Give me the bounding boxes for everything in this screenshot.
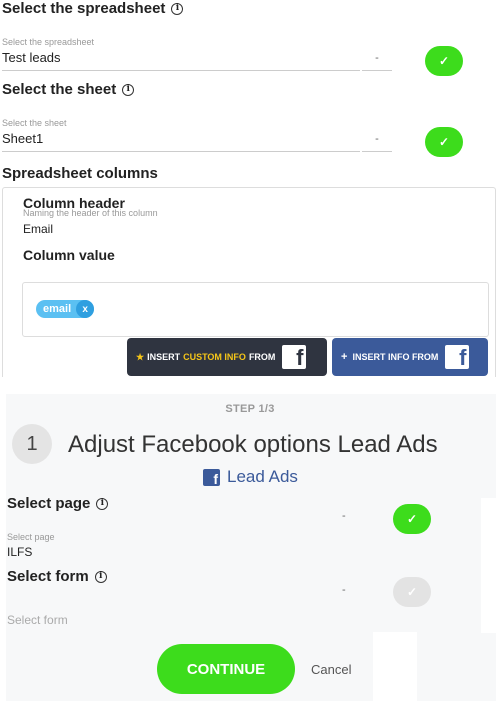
facebook-icon: f	[282, 345, 307, 369]
page-section-title: Select page i	[7, 495, 109, 512]
info-icon[interactable]: i	[171, 2, 184, 15]
column-value-input[interactable]: email x	[22, 282, 489, 337]
sheet-confirm-button[interactable]: ✓	[425, 127, 463, 157]
column-header-field-label: Naming the header of this column	[23, 208, 158, 218]
sheet-dropdown-toggle[interactable]: -	[362, 133, 392, 152]
check-icon: ✓	[406, 585, 418, 599]
spreadsheet-select[interactable]: Test leads	[2, 50, 360, 71]
sheet-title-text: Select the sheet	[2, 81, 117, 98]
page-confirm-button[interactable]: ✓	[393, 504, 431, 534]
insert-custom-info-button[interactable]: ★ INSERT CUSTOM INFO FROM f	[127, 338, 327, 376]
insert-prefix: INSERT	[147, 352, 181, 362]
spreadsheet-section-title: Select the spreadsheet i	[2, 0, 184, 17]
columns-section-title: Spreadsheet columns	[2, 165, 158, 182]
remove-tag-icon[interactable]: x	[76, 300, 95, 318]
custom-info-accent: CUSTOM INFO	[183, 352, 246, 362]
spreadsheet-dropdown-toggle[interactable]: -	[362, 52, 392, 71]
step-number-badge: 1	[12, 424, 52, 464]
spreadsheet-field-label: Select the spreadsheet	[2, 37, 95, 47]
page-field-label: Select page	[7, 532, 55, 542]
form-select[interactable]: Select form	[7, 613, 68, 627]
columns-title-text: Spreadsheet columns	[2, 165, 158, 182]
cancel-button[interactable]: Cancel	[311, 662, 351, 677]
panel-blank-edge	[481, 498, 500, 633]
info-icon[interactable]: i	[96, 497, 109, 510]
info-icon[interactable]: i	[94, 570, 107, 583]
check-icon: ✓	[438, 135, 450, 149]
form-confirm-button[interactable]: ✓	[393, 577, 431, 607]
spreadsheet-confirm-button[interactable]: ✓	[425, 46, 463, 76]
panel-blank-area	[373, 632, 417, 701]
facebook-icon: f	[203, 468, 220, 486]
column-header-input[interactable]: Email	[23, 222, 493, 236]
continue-button[interactable]: CONTINUE	[157, 644, 295, 694]
form-dropdown-toggle[interactable]: -	[342, 584, 346, 596]
insert-suffix: FROM	[248, 352, 276, 362]
sheet-select[interactable]: Sheet1	[2, 131, 360, 152]
check-icon: ✓	[438, 54, 450, 68]
facebook-icon: f	[445, 345, 470, 369]
plus-icon: +	[341, 351, 348, 363]
column-value-title: Column value	[23, 247, 115, 263]
insert-info-button[interactable]: + INSERT INFO FROM f	[332, 338, 488, 376]
form-section-title: Select form i	[7, 568, 107, 585]
page-dropdown-toggle[interactable]: -	[342, 510, 346, 522]
spreadsheet-title-text: Select the spreadsheet	[2, 0, 166, 17]
sheet-field-label: Select the sheet	[2, 118, 67, 128]
page-title-text: Select page	[7, 495, 91, 512]
app-name: Lead Ads	[227, 467, 298, 486]
check-icon: ✓	[406, 512, 418, 526]
page-select[interactable]: ILFS	[7, 545, 32, 559]
form-title-text: Select form	[7, 568, 89, 585]
app-badge: f Lead Ads	[203, 467, 298, 487]
step-indicator: STEP 1/3	[225, 403, 275, 415]
info-icon[interactable]: i	[122, 83, 135, 96]
insert-info-label: INSERT INFO FROM	[352, 352, 439, 362]
step-title: Adjust Facebook options Lead Ads	[68, 431, 438, 458]
star-icon: ★	[136, 351, 145, 362]
email-tag[interactable]: email x	[36, 300, 95, 318]
sheet-section-title: Select the sheet i	[2, 81, 135, 98]
tag-label: email	[43, 303, 72, 315]
